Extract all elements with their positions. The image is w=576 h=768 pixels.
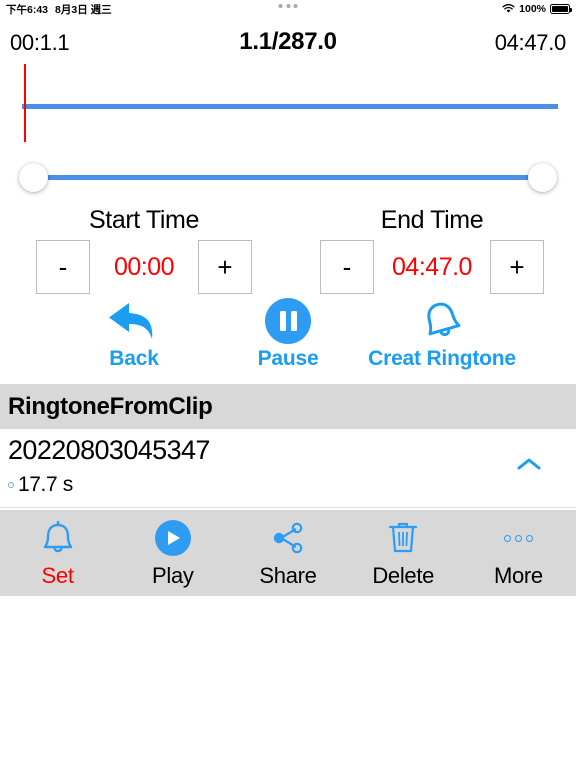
- pause-icon: [265, 296, 311, 346]
- waveform-view[interactable]: [0, 62, 576, 146]
- section-header-label: RingtoneFromClip: [8, 392, 213, 420]
- play-button-label: Play: [152, 563, 194, 588]
- play-button[interactable]: Play: [115, 510, 230, 596]
- slider-track: [42, 175, 534, 180]
- more-button[interactable]: More: [461, 510, 576, 596]
- multitask-handle-icon[interactable]: [278, 4, 298, 8]
- end-time-group: End Time - 04:47.0 +: [288, 205, 576, 294]
- start-time-value: 00:00: [113, 252, 175, 281]
- list-item-subtitle: 17.7 s: [8, 473, 73, 497]
- chevron-up-icon[interactable]: [516, 456, 542, 477]
- action-row: Back Pause Creat Ringtone: [0, 296, 576, 382]
- battery-full-icon: [550, 4, 572, 14]
- trash-icon: [386, 517, 420, 559]
- wifi-icon: [502, 4, 515, 14]
- more-dots-icon: [503, 517, 533, 559]
- status-bar-date: 8月3日 週三: [55, 3, 112, 16]
- page-title: 1.1/287.0: [239, 28, 337, 55]
- list-item-title: 20220803045347: [8, 435, 210, 465]
- start-time-minus-button[interactable]: -: [36, 240, 90, 294]
- back-arrow-icon: [105, 296, 163, 346]
- create-ringtone-button[interactable]: Creat Ringtone: [352, 296, 532, 371]
- end-time-plus-button[interactable]: +: [490, 240, 544, 294]
- list-item[interactable]: 20220803045347 17.7 s: [0, 429, 576, 508]
- pause-button-label: Pause: [257, 347, 319, 370]
- playhead-marker[interactable]: [24, 64, 27, 142]
- bell-icon: [418, 296, 466, 346]
- status-bar-time: 下午6:43: [6, 3, 49, 16]
- range-slider[interactable]: [0, 160, 576, 196]
- slider-handle-end[interactable]: [528, 163, 557, 192]
- set-button-label: Set: [41, 563, 74, 588]
- status-bar: 下午6:43 8月3日 週三 100%: [0, 0, 576, 18]
- total-duration-label: 04:47.0: [494, 30, 567, 55]
- start-time-label: Start Time: [89, 206, 199, 234]
- bell-outline-icon: [41, 517, 75, 559]
- battery-percent-label: 100%: [519, 3, 546, 15]
- share-button-label: Share: [259, 563, 317, 588]
- current-position-label: 00:1.1: [10, 30, 70, 55]
- status-bar-left: 下午6:43 8月3日 週三: [6, 2, 112, 17]
- start-time-stepper: - 00:00 +: [36, 240, 252, 294]
- app-screen: 下午6:43 8月3日 週三 100% 00:1.1 1.1/287.0 04:…: [0, 0, 576, 768]
- bottom-toolbar: Set Play Share Delete More: [0, 510, 576, 596]
- end-time-stepper: - 04:47.0 +: [320, 240, 544, 294]
- status-bar-right: 100%: [502, 3, 572, 15]
- set-button[interactable]: Set: [0, 510, 115, 596]
- share-icon: [270, 517, 306, 559]
- list-item-duration: 17.7 s: [18, 473, 73, 496]
- create-ringtone-label: Creat Ringtone: [368, 347, 516, 370]
- status-dot-icon: [8, 482, 14, 488]
- section-header: RingtoneFromClip: [0, 384, 576, 429]
- player-time-row: 00:1.1 1.1/287.0 04:47.0: [0, 28, 576, 64]
- delete-button-label: Delete: [372, 563, 435, 588]
- slider-handle-start[interactable]: [19, 163, 48, 192]
- more-button-label: More: [493, 563, 543, 588]
- play-icon: [154, 517, 191, 559]
- waveform-line: [22, 104, 558, 109]
- end-time-value: 04:47.0: [392, 252, 472, 281]
- back-button[interactable]: Back: [44, 296, 224, 371]
- delete-button[interactable]: Delete: [346, 510, 461, 596]
- start-time-plus-button[interactable]: +: [198, 240, 252, 294]
- end-time-label: End Time: [380, 206, 484, 234]
- pause-button[interactable]: Pause: [198, 296, 378, 371]
- start-time-group: Start Time - 00:00 +: [0, 205, 288, 294]
- share-button[interactable]: Share: [230, 510, 345, 596]
- trim-controls: Start Time - 00:00 + End Time - 04:47.0 …: [0, 205, 576, 294]
- end-time-minus-button[interactable]: -: [320, 240, 374, 294]
- back-button-label: Back: [109, 347, 159, 370]
